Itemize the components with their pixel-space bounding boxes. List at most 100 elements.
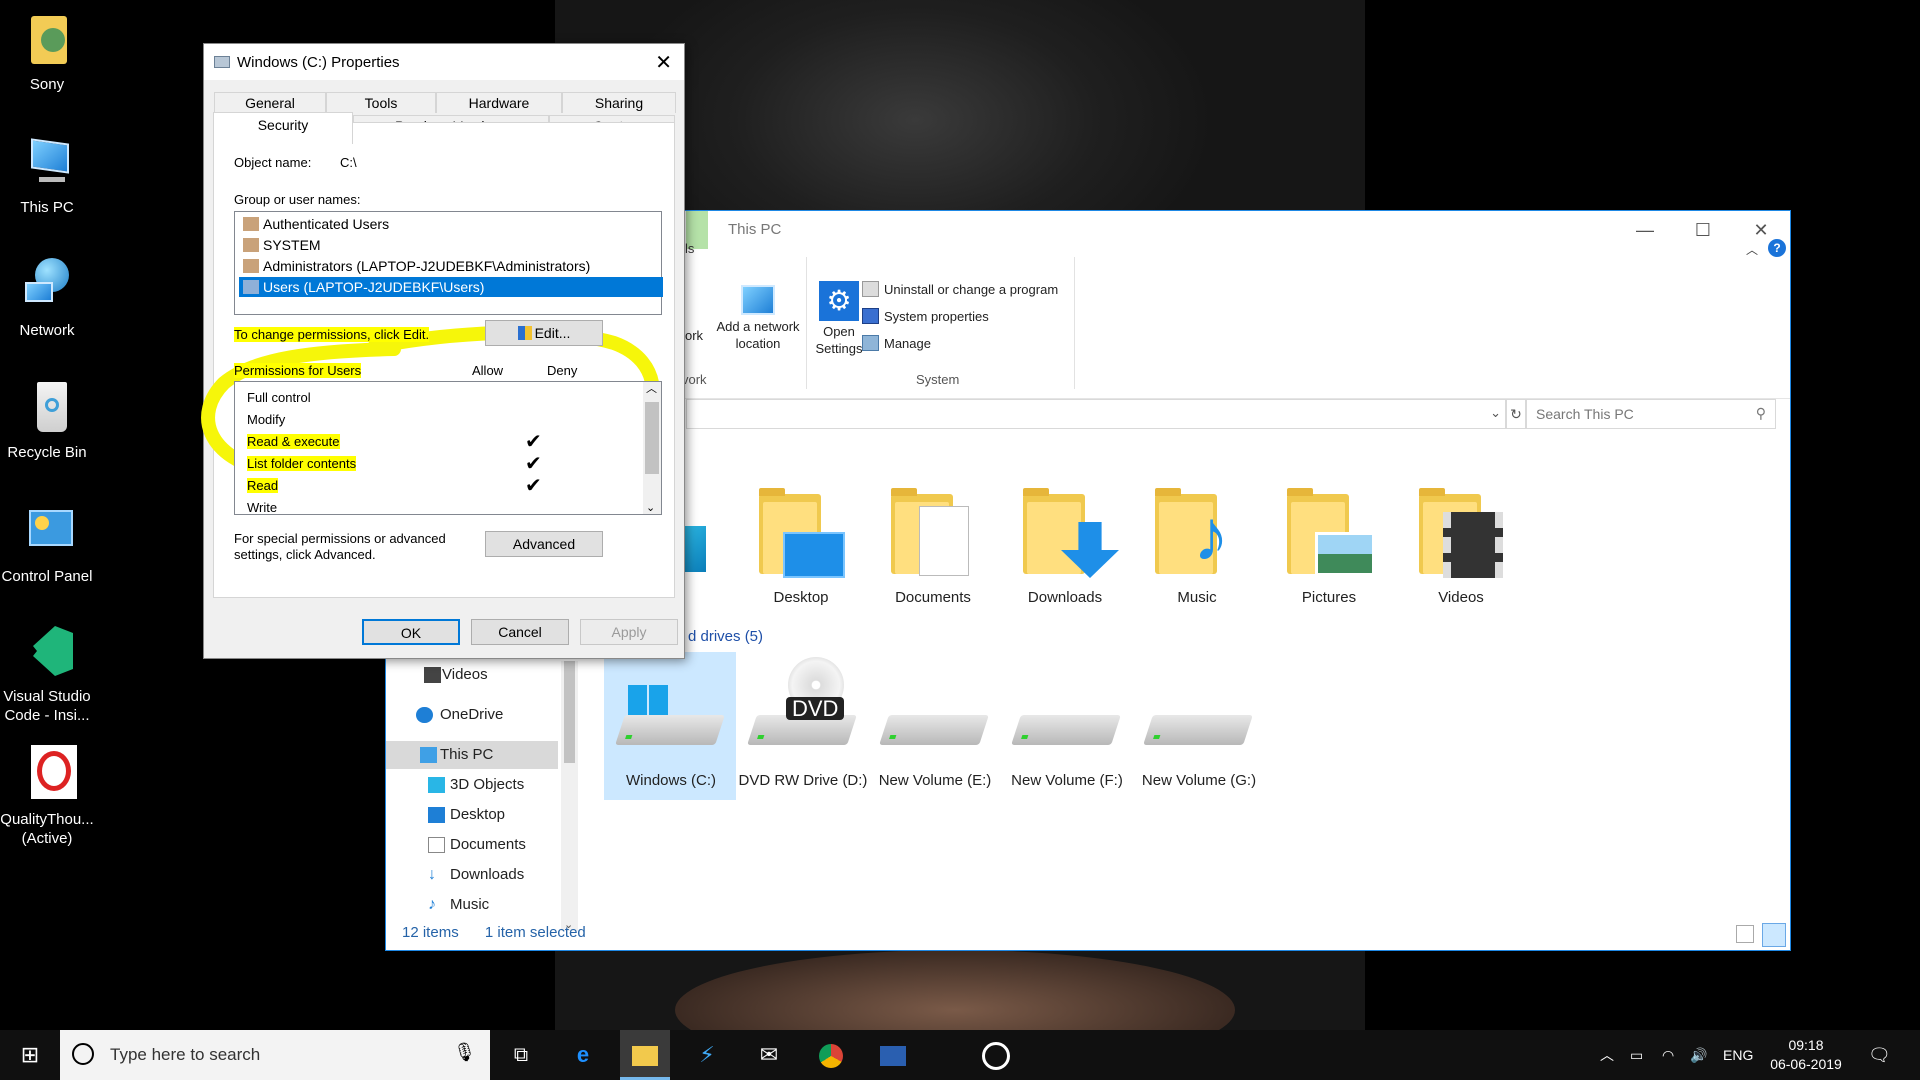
ok-button[interactable]: OK bbox=[362, 619, 460, 645]
tab-security[interactable]: Security bbox=[213, 112, 353, 144]
group-names-label: Group or user names: bbox=[234, 192, 361, 207]
open-settings-button[interactable]: ⚙ Open Settings bbox=[808, 281, 870, 357]
help-icon[interactable]: ? bbox=[1768, 239, 1786, 257]
details-view-icon[interactable] bbox=[1736, 925, 1754, 943]
desktop-icon-sony[interactable]: Sony bbox=[0, 10, 94, 94]
address-dropdown-icon[interactable]: ⌄ bbox=[1490, 405, 1501, 421]
settings-gear-icon: ⚙ bbox=[819, 281, 859, 321]
drive-dvd-d[interactable]: DVD DVD RW Drive (D:) bbox=[738, 657, 868, 790]
refresh-icon[interactable]: ↻ bbox=[1506, 399, 1526, 429]
music-note-icon: ♪ bbox=[428, 896, 436, 913]
nav-item-music[interactable]: ♪ Music bbox=[386, 891, 558, 919]
desktop-icon-recycle-bin[interactable]: Recycle Bin bbox=[0, 378, 94, 462]
app-taskbar-icon[interactable] bbox=[968, 1030, 1024, 1080]
nav-item-documents[interactable]: Documents bbox=[386, 831, 558, 859]
tab-general[interactable]: General bbox=[214, 92, 326, 113]
clock[interactable]: 09:18 06-06-2019 bbox=[1766, 1036, 1846, 1074]
nav-item-videos[interactable]: Videos bbox=[386, 661, 558, 689]
system-properties-button[interactable]: System properties bbox=[862, 308, 989, 325]
advanced-button[interactable]: Advanced bbox=[485, 531, 603, 557]
azure-data-studio-icon[interactable]: ⚡ bbox=[682, 1030, 732, 1080]
vscode-icon bbox=[17, 622, 77, 682]
add-network-location-button[interactable]: Add a network location bbox=[708, 285, 808, 352]
tab-sharing[interactable]: Sharing bbox=[562, 92, 676, 113]
desktop-icon-qualitythought[interactable]: QualityThou... (Active) bbox=[0, 745, 94, 848]
user-item-authenticated[interactable]: Authenticated Users bbox=[239, 214, 663, 234]
security-tab-panel: Object name: C:\ Group or user names: Au… bbox=[201, 122, 675, 598]
drive-label: New Volume (G:) bbox=[1141, 772, 1257, 789]
notifications-icon[interactable]: 🗨 bbox=[1868, 1030, 1891, 1080]
ribbon-tab-fragment: ls bbox=[685, 241, 695, 256]
edge-icon[interactable]: e bbox=[558, 1030, 608, 1080]
file-explorer-taskbar-icon[interactable] bbox=[620, 1030, 670, 1080]
drive-new-volume-g[interactable]: New Volume (G:) bbox=[1134, 657, 1264, 790]
nav-scrollbar[interactable]: ⌄ bbox=[561, 661, 578, 931]
powershell-icon[interactable] bbox=[868, 1030, 918, 1080]
large-icons-view-icon[interactable] bbox=[1762, 923, 1786, 947]
drive-windows-c[interactable]: Windows (C:) bbox=[606, 657, 736, 790]
address-bar[interactable]: ⌄ bbox=[686, 399, 1506, 429]
search-input[interactable]: Search This PC ⚲ bbox=[1526, 399, 1776, 429]
drive-new-volume-e[interactable]: New Volume (E:) bbox=[870, 657, 1000, 790]
start-button[interactable]: ⊞ bbox=[0, 1030, 60, 1080]
folder-downloads[interactable]: Downloads bbox=[1000, 486, 1130, 608]
ribbon-collapse-icon[interactable]: ︿ bbox=[1746, 241, 1758, 258]
uninstall-label: Uninstall or change a program bbox=[884, 282, 1059, 297]
tab-tools[interactable]: Tools bbox=[326, 92, 436, 113]
manage-button[interactable]: Manage bbox=[862, 335, 931, 352]
nav-item-onedrive[interactable]: OneDrive bbox=[386, 701, 558, 729]
folder-pictures[interactable]: Pictures bbox=[1264, 486, 1394, 608]
cancel-button[interactable]: Cancel bbox=[471, 619, 569, 645]
object-name-value: C:\ bbox=[340, 155, 357, 170]
apply-button[interactable]: Apply bbox=[580, 619, 678, 645]
wifi-icon[interactable]: ◠ bbox=[1662, 1030, 1674, 1080]
task-view-icon[interactable]: ⧉ bbox=[496, 1030, 546, 1080]
hard-drive-icon bbox=[879, 657, 990, 767]
desktop-icon-label: Network bbox=[19, 322, 75, 339]
desktop-icon-network[interactable]: Network bbox=[0, 256, 94, 340]
search-placeholder: Search This PC bbox=[1536, 406, 1634, 422]
user-item-users-selected[interactable]: Users (LAPTOP-J2UDEBKF\Users) bbox=[239, 277, 663, 297]
desktop-icon-control-panel[interactable]: Control Panel bbox=[0, 502, 94, 586]
users-icon bbox=[243, 217, 259, 231]
nav-item-downloads[interactable]: ↓ Downloads bbox=[386, 861, 558, 889]
minimize-button[interactable]: — bbox=[1616, 211, 1674, 249]
scroll-down-icon[interactable]: ⌄ bbox=[646, 501, 655, 514]
desktop-icon-this-pc[interactable]: This PC bbox=[0, 133, 94, 217]
nav-item-this-pc[interactable]: This PC bbox=[386, 741, 558, 769]
edit-button[interactable]: Edit... bbox=[485, 320, 603, 346]
tab-hardware[interactable]: Hardware bbox=[436, 92, 562, 113]
nav-label: Documents bbox=[450, 836, 526, 853]
folder-desktop[interactable]: Desktop bbox=[736, 486, 866, 608]
user-item-administrators[interactable]: Administrators (LAPTOP-J2UDEBKF\Administ… bbox=[239, 256, 663, 276]
drive-new-volume-f[interactable]: New Volume (F:) bbox=[1002, 657, 1132, 790]
desktop-icon-vscode[interactable]: Visual Studio Code - Insi... bbox=[0, 622, 94, 725]
show-hidden-icons[interactable]: ︿ bbox=[1600, 1030, 1614, 1080]
mail-icon[interactable]: ✉ bbox=[744, 1030, 794, 1080]
desktop-icon-label: Recycle Bin bbox=[7, 444, 87, 461]
volume-icon[interactable]: 🔊 bbox=[1690, 1030, 1707, 1080]
drives-section-header[interactable]: d drives (5) bbox=[688, 628, 763, 645]
scroll-up-icon[interactable]: ︿ bbox=[646, 380, 657, 396]
permission-name: Full control bbox=[247, 390, 311, 405]
folder-documents[interactable]: Documents bbox=[868, 486, 998, 608]
folder-music[interactable]: ♪ Music bbox=[1132, 486, 1262, 608]
dialog-close-icon[interactable]: ✕ bbox=[655, 50, 672, 75]
folder-videos[interactable]: Videos bbox=[1396, 486, 1526, 608]
microphone-icon[interactable]: 🎙 bbox=[453, 1042, 476, 1063]
nav-item-desktop[interactable]: Desktop bbox=[386, 801, 558, 829]
apply-button-label: Apply bbox=[611, 624, 647, 640]
user-item-system[interactable]: SYSTEM bbox=[239, 235, 663, 255]
taskbar-search-box[interactable]: Type here to search 🎙 bbox=[60, 1030, 490, 1080]
language-indicator[interactable]: ENG bbox=[1723, 1030, 1753, 1080]
permissions-scrollbar[interactable]: ︿ ⌄ bbox=[643, 382, 661, 514]
status-selected-count: 1 item selected bbox=[484, 924, 586, 941]
battery-icon[interactable]: ▭ bbox=[1630, 1030, 1643, 1080]
drive-label: Windows (C:) bbox=[625, 772, 716, 789]
uninstall-program-button[interactable]: Uninstall or change a program bbox=[862, 281, 1058, 298]
users-icon bbox=[243, 238, 259, 252]
desktop-icon-label: Sony bbox=[29, 76, 65, 93]
chrome-icon[interactable] bbox=[806, 1030, 856, 1080]
nav-item-3d-objects[interactable]: 3D Objects bbox=[386, 771, 558, 799]
maximize-button[interactable]: ☐ bbox=[1674, 211, 1732, 249]
